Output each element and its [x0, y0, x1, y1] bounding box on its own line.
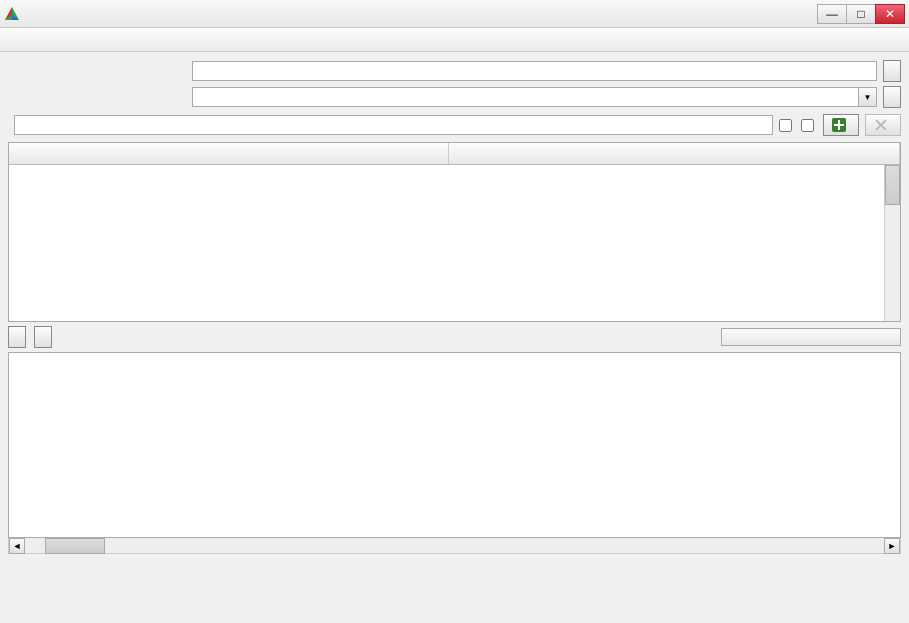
build-dropdown-icon[interactable]: ▼	[859, 87, 877, 107]
close-button[interactable]: ✕	[875, 4, 905, 24]
titlebar: — □ ✕	[0, 0, 909, 28]
scroll-right-icon[interactable]: ►	[884, 538, 900, 554]
browse-build-button[interactable]	[883, 86, 901, 108]
search-input[interactable]	[14, 115, 773, 135]
add-entry-button[interactable]	[823, 114, 859, 136]
menu-help[interactable]	[68, 38, 88, 42]
menu-options[interactable]	[48, 38, 68, 42]
menu-file[interactable]	[8, 38, 28, 42]
minimize-button[interactable]: —	[817, 4, 847, 24]
remove-entry-button	[865, 114, 901, 136]
plus-icon	[832, 118, 846, 132]
scroll-left-icon[interactable]: ◄	[9, 538, 25, 554]
x-icon	[874, 118, 888, 132]
log-hscrollbar[interactable]: ◄ ►	[8, 538, 901, 554]
generate-button[interactable]	[34, 326, 52, 348]
cache-table	[8, 142, 901, 322]
col-name[interactable]	[9, 143, 449, 164]
browse-source-button[interactable]	[883, 60, 901, 82]
configure-button[interactable]	[8, 326, 26, 348]
build-input[interactable]	[192, 87, 859, 107]
progress-bar	[721, 328, 901, 346]
cmake-icon	[4, 6, 20, 22]
table-scrollbar[interactable]	[884, 165, 900, 321]
source-input[interactable]	[192, 61, 877, 81]
grouped-checkbox[interactable]	[779, 119, 795, 132]
advanced-checkbox[interactable]	[801, 119, 817, 132]
col-value[interactable]	[449, 143, 900, 164]
maximize-button[interactable]: □	[846, 4, 876, 24]
menu-tools[interactable]	[28, 38, 48, 42]
menubar	[0, 28, 909, 52]
output-log[interactable]	[8, 352, 901, 538]
